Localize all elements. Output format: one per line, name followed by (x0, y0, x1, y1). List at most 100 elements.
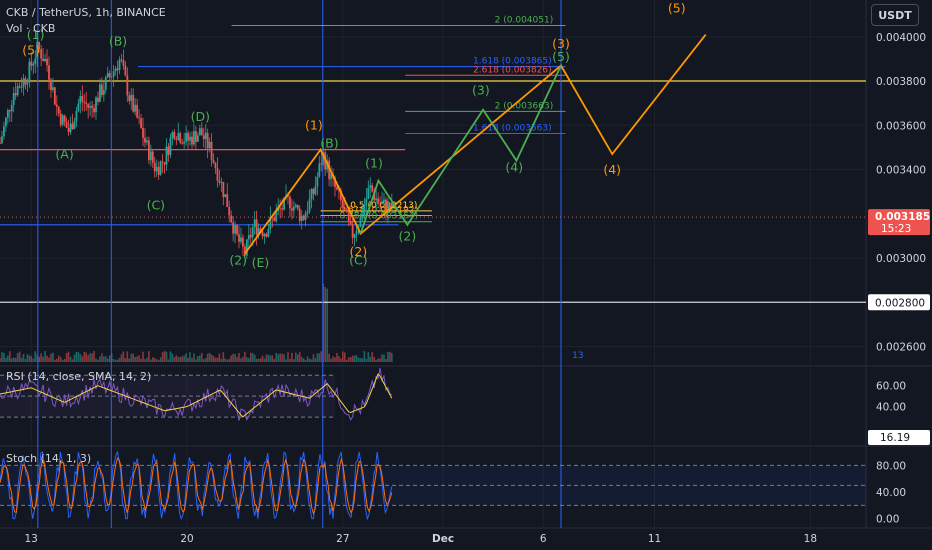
candle-body (320, 163, 323, 165)
candle-body (341, 200, 344, 208)
volume-bar (1, 352, 3, 362)
candle-body (69, 123, 72, 132)
rsi-tick-label: 60.00 (876, 381, 906, 393)
wave-label: (B) (109, 34, 127, 49)
candle-body (128, 95, 131, 101)
candle-body (363, 205, 366, 217)
volume-bar (8, 351, 11, 362)
candle-body (202, 135, 205, 140)
candle-body (108, 73, 111, 78)
candle-body (236, 224, 238, 235)
candle-body (193, 131, 195, 145)
volume-bar (330, 358, 332, 362)
candle-body (281, 208, 284, 210)
candle-body (251, 227, 254, 238)
candle-body (265, 234, 268, 237)
candle-body (191, 136, 193, 145)
volume-bar (302, 358, 305, 362)
volume-bar (165, 351, 168, 362)
volume-bar (318, 353, 321, 362)
wave-label: (2) (399, 228, 417, 243)
volume-bar (310, 359, 313, 362)
volume-bar (48, 357, 50, 362)
candle-body (377, 198, 380, 204)
volume-bar (334, 357, 336, 362)
volume-bar (46, 355, 48, 362)
candle-body (198, 128, 201, 136)
candle-body (228, 207, 231, 216)
volume-bar (106, 358, 109, 362)
candle-body (177, 133, 180, 140)
volume-bar (279, 353, 281, 362)
volume-bar (112, 359, 115, 362)
volume-bar (336, 352, 338, 362)
candle-body (153, 162, 156, 172)
volume-bar (93, 351, 95, 362)
volume-bar (157, 359, 160, 362)
volume-bar (16, 353, 19, 362)
candle-body (4, 117, 7, 127)
currency-button[interactable]: USDT (871, 4, 919, 26)
volume-bar (77, 351, 80, 362)
candle-body (140, 118, 142, 128)
volume-bar (259, 358, 262, 362)
time-axis[interactable]: 13 20 27 Dec 6 11 18 (24, 533, 817, 545)
volume-bar (30, 356, 33, 362)
candle-body (300, 215, 303, 221)
price-axis[interactable]: 0.004000 0.003800 0.003600 0.003400 0.003000… (0, 32, 930, 354)
candle-body (361, 216, 364, 217)
volume-bar (61, 359, 64, 362)
time-tick-label: 11 (648, 533, 661, 545)
candle-body (61, 115, 64, 125)
volume-bar (73, 354, 76, 362)
candle-body (220, 181, 223, 183)
candle-body (159, 161, 162, 175)
volume-bar (342, 351, 344, 362)
candle-body (314, 186, 317, 195)
volume-bar (63, 359, 66, 362)
volume-bar (120, 354, 123, 362)
volume-bar (367, 352, 370, 362)
volume-bar (57, 355, 60, 362)
price-tick-label: 0.003800 (876, 76, 926, 88)
wave-label: (C) (147, 197, 165, 212)
volume-bar (153, 358, 156, 362)
volume-bar (251, 353, 254, 362)
volume-bar (265, 354, 268, 362)
volume-bar (95, 358, 97, 362)
volume-bar (183, 355, 185, 362)
candle-body (240, 237, 242, 242)
candle-body (189, 136, 191, 141)
candle-body (175, 138, 178, 140)
wave-label: (3) (472, 82, 490, 97)
candle-body (253, 219, 256, 228)
vertical-lines: 13 (37, 0, 584, 528)
candle-body (91, 105, 93, 109)
volume-bar (246, 357, 248, 362)
candle-body (306, 211, 309, 214)
volume-bar (0, 357, 1, 362)
candle-body (369, 185, 372, 188)
volume-bar (118, 357, 121, 362)
volume-bar (314, 358, 317, 362)
candle-body (379, 203, 381, 205)
candle-body (146, 140, 148, 143)
candle-body (347, 211, 350, 221)
volume-bar (347, 357, 350, 362)
candle-body (232, 222, 235, 234)
volume-bar (134, 356, 136, 362)
volume-bar (261, 355, 264, 362)
volume-bar (287, 351, 289, 362)
candle-body (10, 104, 13, 112)
candle-body (343, 207, 346, 210)
volume-bar (22, 354, 25, 362)
volume-bar (320, 351, 323, 362)
candle-body (355, 230, 358, 235)
volume-bar (69, 356, 72, 362)
volume-bar (65, 353, 68, 362)
candle-body (318, 163, 321, 177)
volume-bar (10, 358, 13, 362)
volume-bar (34, 351, 37, 362)
wave-label: (4) (505, 160, 523, 175)
candle-body (375, 198, 378, 201)
